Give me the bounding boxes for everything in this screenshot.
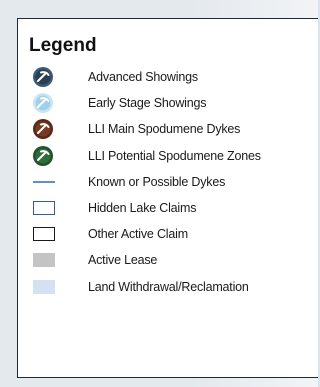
potential-spodumene-zones-icon (31, 145, 57, 167)
legend-item-main-spodumene-dykes: LLI Main Spodumene Dykes (18, 117, 318, 143)
other-active-claim-swatch (31, 223, 57, 245)
legend-label: Early Stage Showings (88, 96, 207, 111)
map-background: Legend Advanced Showings Early Stage Sho… (0, 0, 318, 387)
main-spodumene-dykes-icon (31, 118, 57, 140)
legend-item-known-dykes: Known or Possible Dykes (18, 170, 318, 196)
legend-label: Other Active Claim (88, 227, 188, 242)
legend-label: Advanced Showings (88, 70, 198, 84)
active-lease-swatch (31, 249, 57, 271)
early-stage-showings-icon (31, 92, 57, 114)
dyke-line-icon (31, 171, 57, 193)
legend-label: Active Lease (88, 253, 158, 268)
legend-items: Advanced Showings Early Stage Showings L… (18, 65, 318, 301)
legend-item-hidden-lake-claims: Hidden Lake Claims (18, 196, 318, 222)
legend-item-land-withdrawal: Land Withdrawal/Reclamation (18, 275, 318, 301)
legend-label: Land Withdrawal/Reclamation (88, 279, 249, 294)
legend-item-early-stage-showings: Early Stage Showings (18, 91, 318, 117)
hidden-lake-claims-swatch (31, 197, 57, 219)
legend-label: LLI Main Spodumene Dykes (88, 122, 241, 137)
legend-label: Known or Possible Dykes (88, 174, 226, 189)
legend-item-other-active-claim: Other Active Claim (18, 222, 318, 248)
legend-item-active-lease: Active Lease (18, 248, 318, 274)
legend-label: LLI Potential Spodumene Zones (88, 148, 261, 163)
map-legend: Legend Advanced Showings Early Stage Sho… (17, 18, 318, 378)
legend-label: Hidden Lake Claims (88, 200, 197, 215)
legend-item-potential-spodumene-zones: LLI Potential Spodumene Zones (18, 144, 318, 170)
legend-item-advanced-showings: Advanced Showings (18, 65, 318, 91)
land-withdrawal-swatch (31, 276, 57, 298)
legend-title: Legend (29, 35, 97, 56)
advanced-showings-icon (31, 66, 57, 88)
